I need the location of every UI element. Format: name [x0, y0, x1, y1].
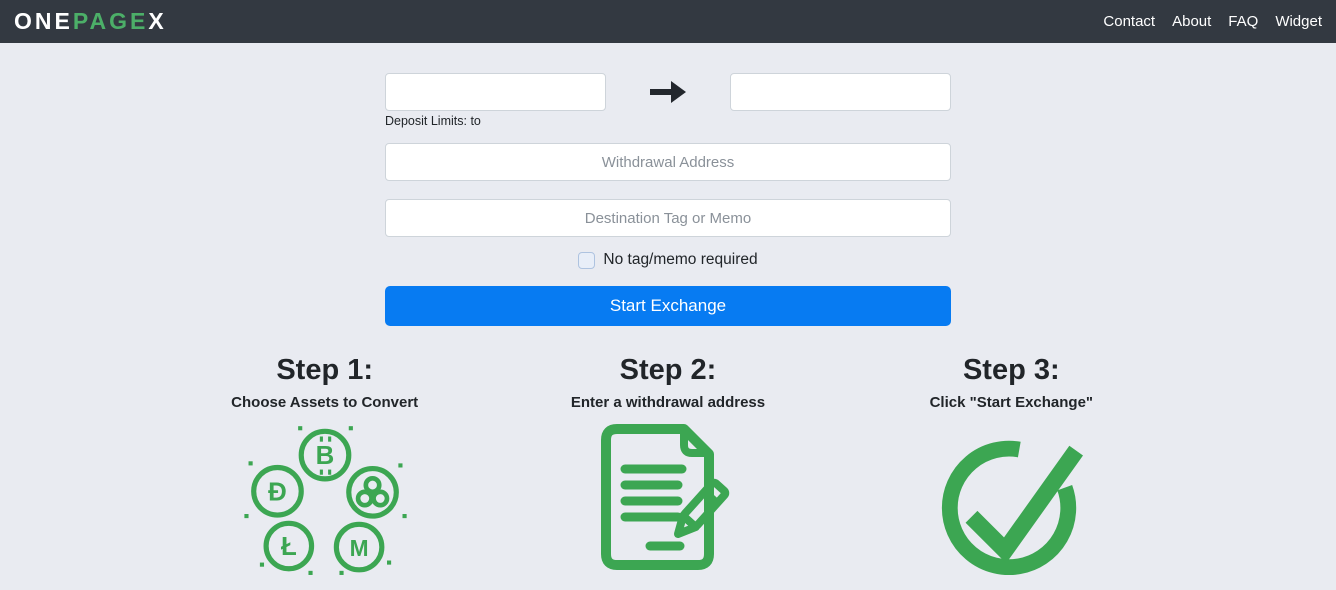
logo-part-one: ONE: [14, 8, 73, 34]
no-tag-checkbox[interactable]: [578, 251, 596, 269]
svg-text:Đ: Đ: [268, 478, 287, 506]
deposit-limits-label: Deposit Limits: to: [385, 114, 481, 128]
to-currency-input[interactable]: [730, 73, 951, 111]
step-2-title: Step 2:: [619, 354, 717, 386]
nav-link-contact[interactable]: Contact: [1103, 13, 1155, 30]
brand-logo[interactable]: ONEPAGEX: [14, 8, 167, 35]
arrow-cell: [606, 73, 730, 111]
exchange-form: Deposit Limits: to No tag/memo required …: [385, 73, 951, 326]
to-currency-cell: [730, 73, 951, 111]
nav-link-widget[interactable]: Widget: [1275, 13, 1322, 30]
nav-links: Contact About FAQ Widget: [1086, 13, 1322, 30]
step-2: Step 2: Enter a withdrawal address: [496, 354, 839, 576]
check-circle-icon: [942, 440, 1084, 576]
nav-link-faq[interactable]: FAQ: [1228, 13, 1258, 30]
start-exchange-button[interactable]: Start Exchange: [385, 286, 951, 326]
nav-link-about[interactable]: About: [1172, 13, 1211, 30]
step-3-title: Step 3:: [962, 354, 1060, 386]
step-1: Step 1: Choose Assets to Convert B Đ Ł M: [153, 354, 496, 576]
logo-part-x: X: [148, 8, 167, 34]
no-tag-row: No tag/memo required: [385, 251, 951, 269]
step-1-title: Step 1:: [276, 354, 373, 386]
withdrawal-address-input[interactable]: [385, 143, 951, 181]
step-3: Step 3: Click "Start Exchange": [840, 354, 1183, 576]
logo-part-page: PAGE: [72, 8, 149, 34]
step-3-subtitle: Click "Start Exchange": [929, 394, 1094, 411]
svg-text:M: M: [349, 535, 368, 561]
no-tag-label[interactable]: No tag/memo required: [603, 251, 757, 269]
top-navbar: ONEPAGEX Contact About FAQ Widget: [0, 0, 1336, 43]
step-2-subtitle: Enter a withdrawal address: [570, 394, 766, 411]
svg-text:B: B: [315, 442, 334, 470]
steps-section: Step 1: Choose Assets to Convert B Đ Ł M…: [153, 354, 1183, 576]
svg-text:Ł: Ł: [281, 533, 297, 561]
document-pencil-icon: [600, 424, 730, 570]
crypto-assets-icon: B Đ Ł M: [244, 426, 407, 575]
destination-tag-input[interactable]: [385, 199, 951, 237]
arrow-right-icon: [650, 81, 686, 103]
from-currency-cell: Deposit Limits: to: [385, 73, 606, 128]
from-currency-input[interactable]: [385, 73, 606, 111]
step-1-subtitle: Choose Assets to Convert: [231, 394, 419, 411]
currency-row: Deposit Limits: to: [385, 73, 951, 128]
